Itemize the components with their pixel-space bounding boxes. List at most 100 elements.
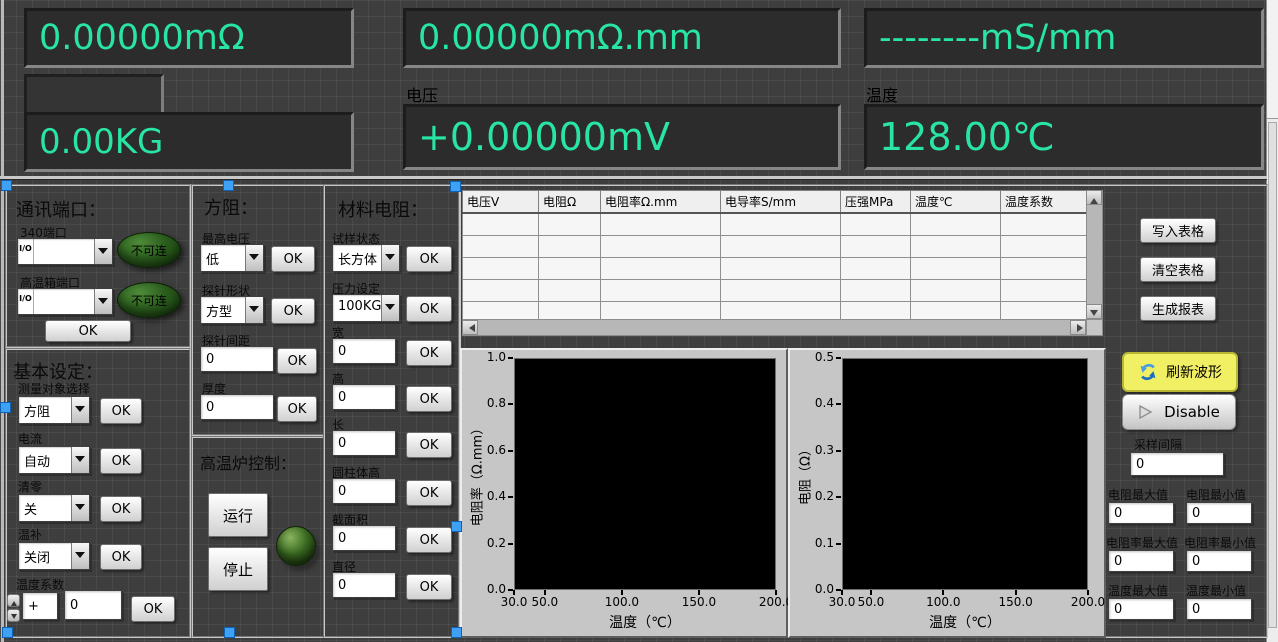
zero-clear-ok-button[interactable]: OK xyxy=(100,496,142,522)
scroll-right-icon[interactable] xyxy=(1070,320,1086,335)
width-input[interactable] xyxy=(332,338,396,364)
table-vscrollbar[interactable] xyxy=(1086,190,1103,319)
window-scrollbar-top[interactable] xyxy=(1267,0,1278,119)
resistance-graph: 电阻（Ω） 温度（℃） 0.50.40.30.20.10.030.050.010… xyxy=(788,348,1106,638)
col-header: 温度系数 xyxy=(1001,191,1087,214)
chevron-down-icon[interactable] xyxy=(71,397,89,423)
diameter-ok-button[interactable]: OK xyxy=(406,574,452,600)
tick-mark xyxy=(1087,590,1089,595)
table-hscrollbar[interactable] xyxy=(462,319,1086,336)
spin-up-icon[interactable] xyxy=(7,594,20,607)
temp-coeff-input[interactable] xyxy=(64,590,122,620)
height-ok-button[interactable]: OK xyxy=(406,386,452,412)
voltage-label: 电压 xyxy=(406,82,438,106)
probe-shape-combo[interactable]: 方型 xyxy=(200,296,264,324)
probe-shape-ok-button[interactable]: OK xyxy=(271,298,315,324)
port340-combo[interactable]: I/O xyxy=(17,238,113,265)
chevron-down-icon[interactable] xyxy=(94,289,112,314)
width-ok-button[interactable]: OK xyxy=(406,340,452,366)
selection-handle[interactable] xyxy=(224,627,235,638)
selection-handle[interactable] xyxy=(450,181,461,192)
probe-shape-value: 方型 xyxy=(201,297,245,323)
resistance-min-input[interactable] xyxy=(1186,502,1252,524)
temp-comp-ok-button[interactable]: OK xyxy=(100,544,142,570)
furnace-stop-button[interactable]: 停止 xyxy=(208,547,268,591)
y-tick-label: 0.4 xyxy=(466,489,506,503)
measure-object-combo[interactable]: 方阻 xyxy=(18,396,90,424)
zero-clear-combo[interactable]: 关 xyxy=(18,494,90,522)
pressure-set-ok-button[interactable]: OK xyxy=(406,296,452,322)
probe-gap-input[interactable] xyxy=(200,346,274,372)
length-ok-button[interactable]: OK xyxy=(406,432,452,458)
cross-section-input[interactable] xyxy=(332,525,396,551)
thickness-ok-button[interactable]: OK xyxy=(277,396,317,422)
chevron-down-icon[interactable] xyxy=(71,447,89,473)
resistivity-min-input[interactable] xyxy=(1186,550,1252,572)
selection-handle[interactable] xyxy=(1,180,12,191)
selection-handle[interactable] xyxy=(223,180,234,191)
refresh-waveform-button[interactable]: 刷新波形 xyxy=(1122,352,1238,392)
chevron-down-icon[interactable] xyxy=(245,245,263,271)
table-cell xyxy=(1001,280,1087,302)
x-axis-label: 温度（℃） xyxy=(609,612,681,632)
spin-down-icon[interactable] xyxy=(7,609,20,622)
selection-handle[interactable] xyxy=(2,627,13,638)
scroll-up-icon[interactable] xyxy=(1086,190,1102,205)
measurement-table[interactable]: 电压V 电阻Ω 电阻率Ω.mm 电导率S/mm 压强MPa 温度℃ 温度系数 xyxy=(462,190,1087,324)
table-cell xyxy=(721,213,841,236)
temp-comp-combo[interactable]: 关闭 xyxy=(18,542,90,570)
current-ok-button[interactable]: OK xyxy=(100,448,142,474)
x-tick-label: 200.0 xyxy=(1066,595,1110,609)
temp-coeff-spinner[interactable] xyxy=(7,594,20,622)
thickness-input[interactable] xyxy=(200,394,274,420)
chevron-down-icon[interactable] xyxy=(71,495,89,521)
diameter-input[interactable] xyxy=(332,572,396,598)
chevron-down-icon[interactable] xyxy=(381,245,399,271)
chevron-down-icon[interactable] xyxy=(381,295,399,321)
selection-handle[interactable] xyxy=(0,402,11,413)
selection-handle[interactable] xyxy=(451,521,462,532)
temp-coeff-ok-button[interactable]: OK xyxy=(131,596,175,622)
resistivity-max-input[interactable] xyxy=(1108,550,1174,572)
length-input[interactable] xyxy=(332,430,396,456)
measure-object-ok-button[interactable]: OK xyxy=(100,398,142,424)
table-cell xyxy=(911,280,1001,302)
scroll-left-icon[interactable] xyxy=(462,320,478,335)
port340-status-led: 不可连 xyxy=(117,232,181,268)
disable-button[interactable]: Disable xyxy=(1122,394,1236,430)
y-tick-label: 0.0 xyxy=(794,582,834,596)
window-scrollbar-thumb[interactable] xyxy=(1268,122,1277,628)
current-combo[interactable]: 自动 xyxy=(18,446,90,474)
cylinder-height-input[interactable] xyxy=(332,478,396,504)
generate-report-button[interactable]: 生成报表 xyxy=(1140,296,1216,321)
temperature-min-input[interactable] xyxy=(1186,598,1252,620)
sample-state-ok-button[interactable]: OK xyxy=(406,246,452,272)
sample-state-combo[interactable]: 长方体 xyxy=(332,244,400,272)
furnace-run-button[interactable]: 运行 xyxy=(208,493,268,537)
write-table-button[interactable]: 写入表格 xyxy=(1140,218,1216,243)
sample-interval-input[interactable] xyxy=(1130,452,1224,476)
oven-port-combo[interactable]: I/O xyxy=(17,288,113,315)
max-voltage-combo[interactable]: 低 xyxy=(200,244,264,272)
chevron-down-icon[interactable] xyxy=(94,239,112,264)
cylinder-height-ok-button[interactable]: OK xyxy=(406,480,452,506)
tick-mark xyxy=(870,590,872,595)
cross-section-ok-button[interactable]: OK xyxy=(406,527,452,553)
tick-mark xyxy=(544,590,546,595)
probe-gap-ok-button[interactable]: OK xyxy=(277,348,317,374)
temperature-max-input[interactable] xyxy=(1108,598,1174,620)
io-icon: I/O xyxy=(18,239,34,264)
height-input[interactable] xyxy=(332,384,396,410)
clear-table-button[interactable]: 清空表格 xyxy=(1140,257,1216,282)
x-tick-label: 100.0 xyxy=(600,595,644,609)
comm-ok-button[interactable]: OK xyxy=(45,320,131,342)
chevron-down-icon[interactable] xyxy=(71,543,89,569)
selection-handle[interactable] xyxy=(451,627,462,638)
max-voltage-ok-button[interactable]: OK xyxy=(271,246,315,272)
scroll-down-icon[interactable] xyxy=(1086,304,1102,319)
resistance-max-input[interactable] xyxy=(1108,502,1174,524)
table-cell xyxy=(1001,236,1087,258)
pressure-set-combo[interactable]: 100KG xyxy=(332,294,400,322)
temp-coeff-sign-field[interactable]: + xyxy=(22,592,58,620)
chevron-down-icon[interactable] xyxy=(245,297,263,323)
